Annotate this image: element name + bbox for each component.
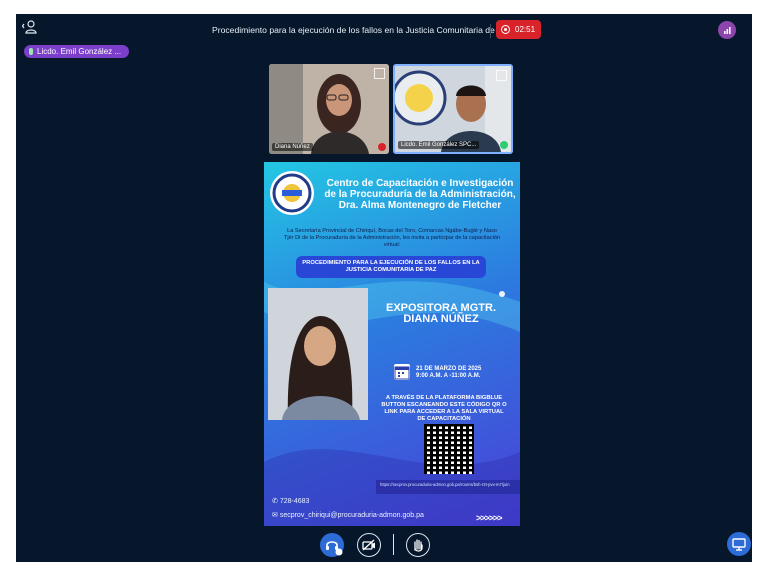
poster-topic-banner: PROCEDIMIENTO PARA LA EJECUCIÓN DE LOS F… xyxy=(296,256,486,278)
user-list-icon xyxy=(21,20,37,34)
meeting-title: Procedimiento para la ejecución de los f… xyxy=(212,25,512,35)
recording-indicator[interactable]: 02:51 xyxy=(496,20,541,39)
phone-icon: ✆ xyxy=(272,498,280,505)
monitor-icon xyxy=(732,538,746,551)
participant-name: Licdo. Emil González SPC... xyxy=(398,141,480,149)
title-divider xyxy=(490,24,491,38)
presenter-pill[interactable]: Licdo. Emil González ... xyxy=(24,45,129,58)
presenter-name: Licdo. Emil González ... xyxy=(37,47,122,56)
camera-button[interactable] xyxy=(357,533,381,557)
conference-app: Procedimiento para la ejecución de los f… xyxy=(16,14,752,562)
speaker-portrait xyxy=(268,288,368,420)
screen-share-button[interactable] xyxy=(727,532,751,556)
signal-bars-icon xyxy=(724,27,731,34)
participant-video xyxy=(395,66,511,152)
event-time: 9:00 A.M. A -11:00 A.M. xyxy=(416,373,481,379)
expand-icon[interactable] xyxy=(496,70,507,81)
qr-code-icon xyxy=(424,424,474,474)
event-datetime: 21 DE MARZO DE 2025 9:00 A.M. A -11:00 A… xyxy=(416,366,481,380)
institution-logo xyxy=(270,171,314,215)
controls-divider xyxy=(393,534,394,555)
poster-intro: La Secretaría Provincial de Chiriquí, Bo… xyxy=(283,228,501,248)
hand-icon xyxy=(414,539,423,552)
seal-icon xyxy=(272,173,312,213)
headphones-icon xyxy=(326,541,343,556)
meeting-link: https://secprov.procuraduria-admon.gob.p… xyxy=(376,480,520,494)
decorative-arrows: >>>>>> xyxy=(476,513,503,523)
participant-video xyxy=(269,64,389,154)
record-icon xyxy=(501,25,510,34)
email-contact: ✉ secprov_chiriqui@procuraduria-admon.go… xyxy=(272,511,424,519)
expand-icon[interactable] xyxy=(374,68,385,79)
phone-number: 728-4683 xyxy=(279,498,310,505)
access-instructions: A TRAVÉS DE LA PLATAFORMA BIGBLUE BUTTON… xyxy=(381,395,507,422)
email-icon: ✉ xyxy=(272,512,280,519)
video-off-icon xyxy=(362,539,375,551)
users-toggle-icon[interactable] xyxy=(21,20,42,40)
active-mic-icon xyxy=(500,141,508,149)
raise-hand-button[interactable] xyxy=(406,533,430,557)
email-address: secprov_chiriqui@procuraduria-admon.gob.… xyxy=(279,512,424,519)
connection-status-button[interactable] xyxy=(718,21,736,39)
event-date: 21 DE MARZO DE 2025 xyxy=(416,366,482,372)
poster-heading: Centro de Capacitación e Investigación d… xyxy=(324,178,516,211)
microphone-icon xyxy=(29,48,33,55)
phone-contact: ✆ 728-4683 xyxy=(272,497,309,505)
muted-mic-icon xyxy=(378,143,386,151)
audio-button[interactable] xyxy=(320,533,344,557)
video-tile-diana[interactable]: Diana Núñez xyxy=(269,64,389,154)
shared-presentation: Centro de Capacitación e Investigación d… xyxy=(264,162,520,526)
participant-name: Diana Núñez xyxy=(272,143,313,151)
calendar-icon xyxy=(394,364,410,380)
speaker-title: EXPOSITORA MGTR. DIANA NÚÑEZ xyxy=(385,302,496,325)
top-bar: Procedimiento para la ejecución de los f… xyxy=(16,14,752,48)
recording-time: 02:51 xyxy=(515,25,536,34)
video-tile-emil[interactable]: Licdo. Emil González SPC... xyxy=(393,64,513,154)
speaker-photo xyxy=(268,288,368,420)
